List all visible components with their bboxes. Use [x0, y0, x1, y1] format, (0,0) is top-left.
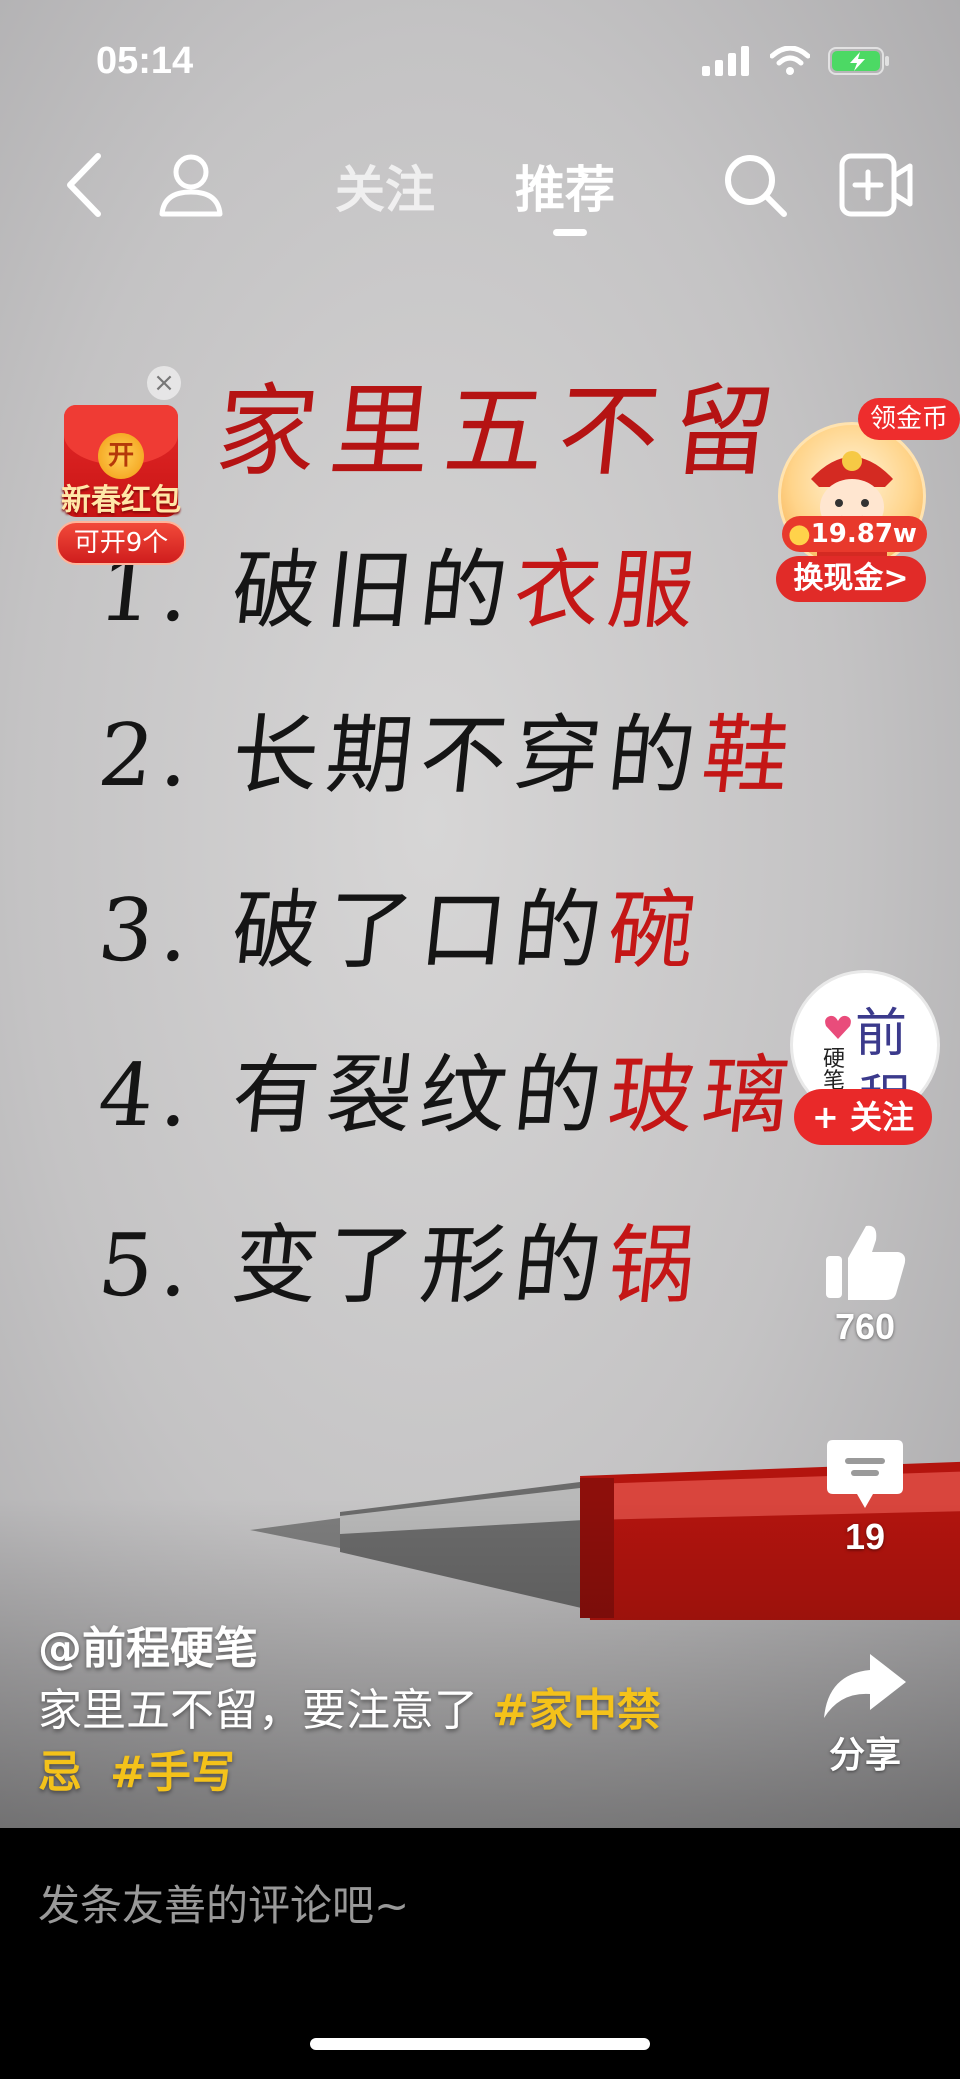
red-envelope-widget[interactable]: 开 新春红包 可开9个	[56, 405, 186, 565]
heart-icon	[825, 1015, 851, 1039]
coin-amount: ●19.87w	[782, 516, 927, 552]
active-tab-indicator	[553, 229, 587, 236]
like-count: 760	[834, 1306, 896, 1347]
hashtag-handwriting[interactable]: #手写	[110, 1747, 235, 1798]
comment-count: 19	[844, 1516, 886, 1557]
home-indicator[interactable]	[310, 2038, 650, 2050]
share-arrow-icon	[824, 1654, 906, 1718]
paper-title: 家里五不留	[210, 373, 794, 490]
comment-icon	[827, 1440, 903, 1508]
comment-button[interactable]: 19	[800, 1438, 930, 1558]
tab-recommend[interactable]: 推荐	[515, 150, 615, 222]
wifi-icon	[770, 46, 810, 75]
thumbs-up-icon	[826, 1225, 906, 1300]
handwritten-line-3: 3. 破了口的碗	[93, 881, 708, 981]
exchange-cash-button[interactable]: 换现金>	[776, 556, 926, 602]
envelope-count: 可开9个	[56, 521, 186, 565]
share-label: 分享	[828, 1734, 901, 1775]
top-nav: 关注 推荐	[0, 140, 960, 250]
like-button[interactable]: 760	[800, 1222, 930, 1348]
collect-coins-badge[interactable]: 领金币	[858, 398, 960, 440]
video-caption: @前程硬笔 家里五不留，要注意了 #家中禁忌 #手写	[38, 1618, 758, 1804]
share-button[interactable]: 分享	[800, 1652, 930, 1778]
tab-follow[interactable]: 关注	[335, 150, 435, 222]
signal-icon	[702, 46, 749, 76]
status-time: 05:14	[96, 40, 194, 82]
comment-input[interactable]: 发条友善的评论吧~	[38, 1872, 409, 1933]
search-icon[interactable]	[720, 150, 790, 220]
battery-icon	[828, 47, 889, 75]
envelope-close-icon[interactable]: ×	[147, 366, 181, 400]
app-screen: 家里五不留 1. 破旧的衣服 2. 长期不穿的鞋 3. 破了口的碗 4. 有裂纹…	[0, 0, 960, 2079]
coin-reward-widget[interactable]: 领金币 ●19.87w 换现金>	[776, 398, 960, 608]
envelope-label: 新春红包	[61, 483, 181, 518]
handwritten-line-4: 4. 有裂纹的玻璃	[93, 1046, 802, 1146]
handwritten-line-2: 2. 长期不穿的鞋	[93, 706, 802, 806]
profile-icon[interactable]	[156, 150, 226, 220]
handwritten-line-5: 5. 变了形的锅	[93, 1216, 708, 1316]
follow-button[interactable]: + 关注	[794, 1089, 932, 1145]
caption-text: 家里五不留，要注意了 #家中禁忌 #手写	[38, 1685, 661, 1798]
coin-icon: ●	[788, 519, 811, 549]
author-name[interactable]: @前程硬笔	[38, 1618, 758, 1680]
envelope-coin-icon: 开	[98, 433, 144, 479]
status-bar: 05:14	[0, 0, 960, 120]
back-icon[interactable]	[62, 150, 106, 220]
comment-bar: 发条友善的评论吧~	[0, 1828, 960, 2079]
publish-video-icon[interactable]	[838, 150, 914, 220]
